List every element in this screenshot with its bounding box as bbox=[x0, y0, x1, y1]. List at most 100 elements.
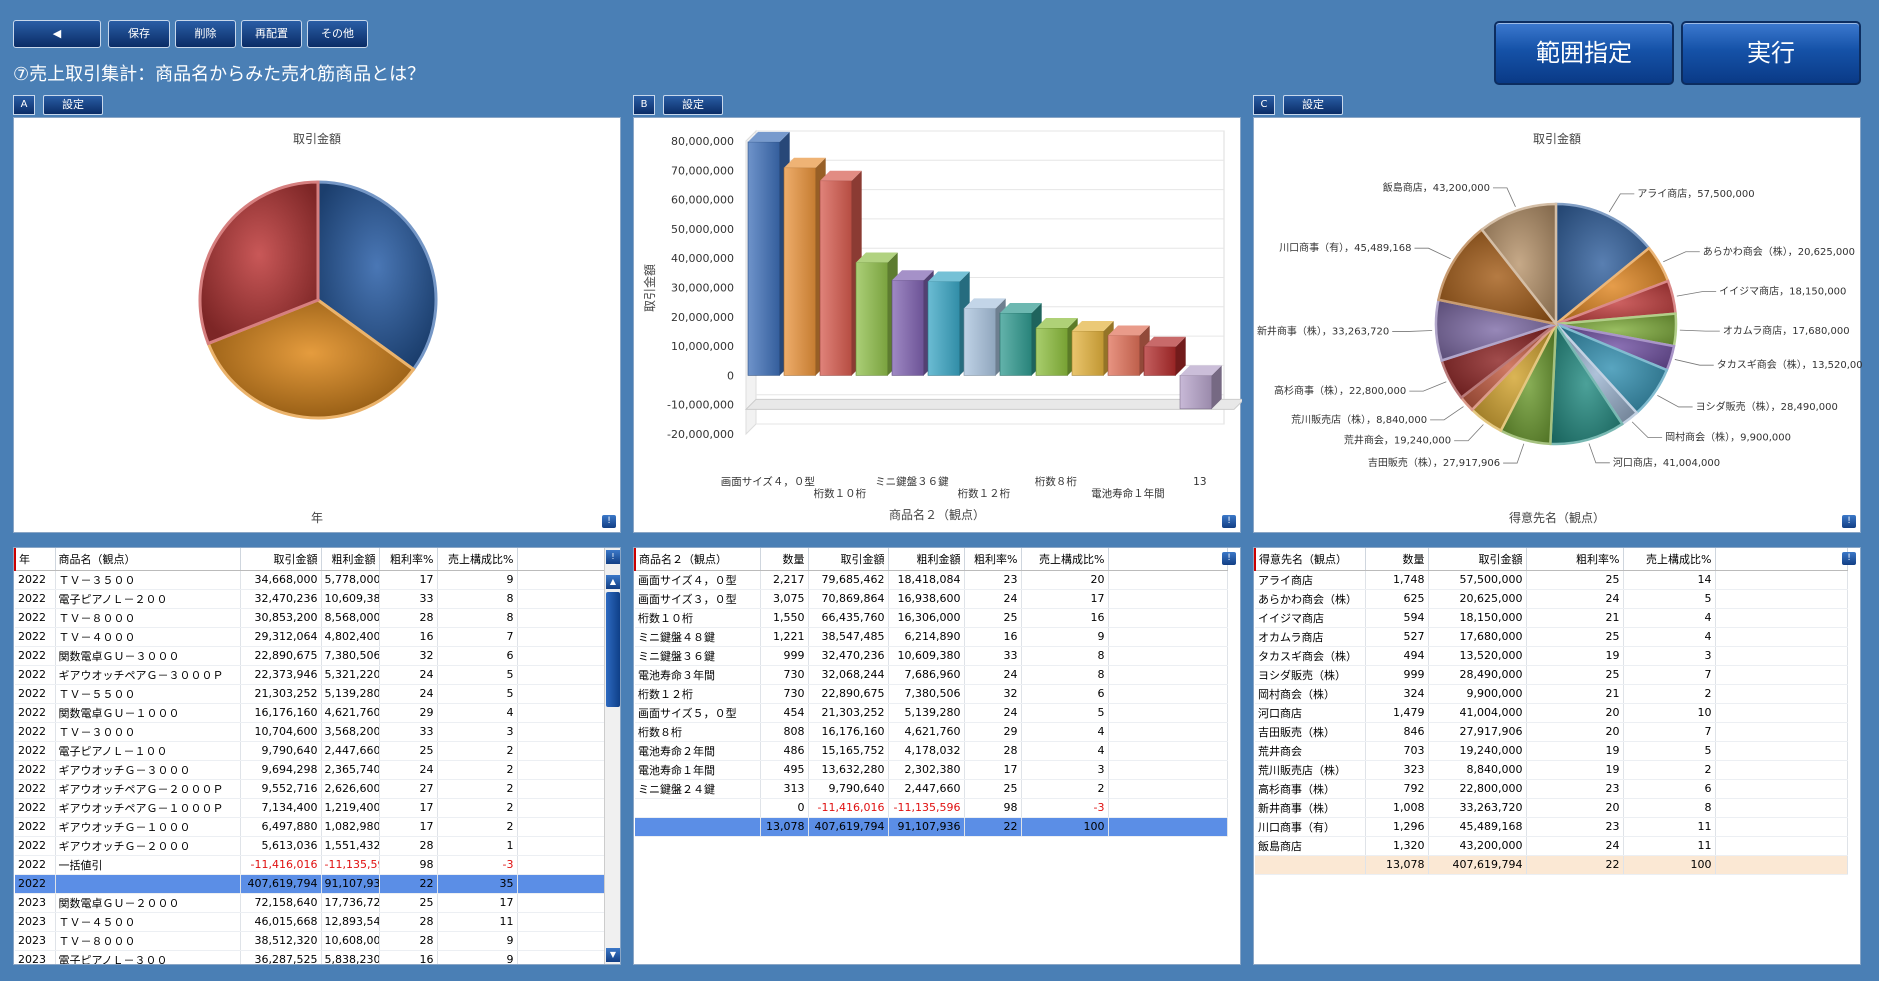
column-header[interactable]: 粗利率% bbox=[964, 548, 1022, 571]
column-header[interactable]: 粗利金額 bbox=[321, 548, 380, 571]
column-header[interactable]: 取引金額 bbox=[1428, 548, 1527, 571]
table-row[interactable]: ミニ鍵盤３６鍵 999 32,470,236 10,609,380 33 8 bbox=[635, 646, 1228, 666]
table-row[interactable]: 新井商事（株） 1,008 33,263,720 20 8 bbox=[1255, 798, 1848, 818]
rearrange-button[interactable]: 再配置 bbox=[241, 20, 302, 48]
panel-b-info-icon[interactable]: ! bbox=[1222, 515, 1236, 528]
scroll-up-icon[interactable]: ▲ bbox=[606, 575, 620, 589]
column-header[interactable]: 売上構成比% bbox=[1623, 548, 1716, 571]
table-row[interactable]: 2022 ＴＶ－３０００ 10,704,600 3,568,200 33 3 bbox=[15, 722, 606, 742]
table-row[interactable]: 吉田販売（株） 846 27,917,906 20 7 bbox=[1255, 722, 1848, 742]
column-header[interactable]: 取引金額 bbox=[808, 548, 889, 571]
column-header[interactable]: 取引金額 bbox=[240, 548, 322, 571]
table-row[interactable]: 2022 電子ピアノＬ－１００ 9,790,640 2,447,660 25 2 bbox=[15, 741, 606, 761]
delete-button[interactable]: 削除 bbox=[175, 20, 236, 48]
table-row[interactable]: 桁数８桁 808 16,176,160 4,621,760 29 4 bbox=[635, 722, 1228, 742]
column-header[interactable]: 数量 bbox=[1365, 548, 1429, 571]
column-header[interactable]: 年 bbox=[14, 548, 56, 571]
table-cell: 関数電卓ＧＵ－１０００ bbox=[55, 703, 241, 723]
range-button[interactable]: 範囲指定 bbox=[1494, 21, 1674, 85]
table-row[interactable]: タカスギ商会（株） 494 13,520,000 19 3 bbox=[1255, 646, 1848, 666]
table-row[interactable]: 2022 ギアウオッチペアＧ－３０００Ｐ 22,373,946 5,321,220 24… bbox=[15, 665, 606, 685]
scroll-thumb[interactable] bbox=[606, 592, 620, 707]
table-row[interactable]: 電池寿命２年間 486 15,165,752 4,178,032 28 4 bbox=[635, 741, 1228, 761]
table-cell: 25 bbox=[1526, 665, 1624, 685]
table-cell: ギアウオッチＧ－１０００ bbox=[55, 817, 241, 837]
panel-a-info-icon[interactable]: ! bbox=[602, 515, 616, 528]
table-cell: 38,512,320 bbox=[240, 931, 322, 951]
table-row[interactable]: 2023関数電卓ＧＵ－２０００72,158,64017,736,7202517 bbox=[15, 893, 606, 913]
table-row[interactable]: 画面サイズ４，０型 2,217 79,685,462 18,418,084 23 20 bbox=[635, 570, 1228, 590]
table-c-info-icon[interactable]: ! bbox=[1842, 552, 1856, 565]
table-row[interactable]: 飯島商店 1,320 43,200,000 24 11 bbox=[1255, 836, 1848, 856]
info-icon[interactable]: ! bbox=[606, 550, 620, 564]
table-row[interactable]: 2022 ＴＶ－８０００ 30,853,200 8,568,000 28 8 bbox=[15, 608, 606, 628]
table-row[interactable]: 桁数１０桁 1,550 66,435,760 16,306,000 25 16 bbox=[635, 608, 1228, 628]
table-cell-filler bbox=[517, 836, 606, 856]
table-row[interactable]: 2022 ギアウオッチＧ－３０００ 9,694,298 2,365,740 24 2 bbox=[15, 760, 606, 780]
table-cell: 32 bbox=[964, 684, 1022, 704]
pie-c-leader-line bbox=[1588, 443, 1610, 464]
column-header[interactable]: 商品名（観点） bbox=[55, 548, 241, 571]
table-row[interactable]: イイジマ商店 594 18,150,000 21 4 bbox=[1255, 608, 1848, 628]
table-row[interactable]: 2022 ギアウオッチペアＧ－２０００Ｐ 9,552,716 2,626,600 27 2 bbox=[15, 779, 606, 799]
scroll-down-icon[interactable]: ▼ bbox=[606, 948, 620, 962]
table-row[interactable]: 2022 ＴＶ－４０００ 29,312,064 4,802,400 16 7 bbox=[15, 627, 606, 647]
table-a-scrollbar[interactable]: ! ▲ ▼ bbox=[604, 548, 620, 964]
column-header[interactable]: 粗利率% bbox=[379, 548, 438, 571]
table-row[interactable]: 2022 ギアウオッチペアＧ－１０００Ｐ 7,134,400 1,219,400 17 2 bbox=[15, 798, 606, 818]
table-row[interactable]: 画面サイズ３，０型 3,075 70,869,864 16,938,600 24 17 bbox=[635, 589, 1228, 609]
table-row[interactable]: ヨシダ販売（株） 999 28,490,000 25 7 bbox=[1255, 665, 1848, 685]
table-row[interactable]: 13,078 407,619,794 91,107,936 22 100 bbox=[635, 817, 1228, 837]
table-row[interactable]: 電池寿命３年間 730 32,068,244 7,686,960 24 8 bbox=[635, 665, 1228, 685]
panel-c-settings-button[interactable]: 設定 bbox=[1283, 95, 1343, 115]
table-cell: 0 bbox=[760, 798, 809, 818]
table-b-info-icon[interactable]: ! bbox=[1222, 552, 1236, 565]
column-header[interactable]: 粗利率% bbox=[1526, 548, 1624, 571]
table-row[interactable]: 岡村商会（株） 324 9,900,000 21 2 bbox=[1255, 684, 1848, 704]
table-row[interactable]: 2022 ＴＶ－５５００ 21,303,252 5,139,280 24 5 bbox=[15, 684, 606, 704]
table-row[interactable]: 2022電子ピアノＬ－２００32,470,23610,609,380338 bbox=[15, 589, 606, 609]
table-row[interactable]: 2022 一括値引 -11,416,016 -11,135,59 98 -3 bbox=[15, 855, 606, 875]
table-row[interactable]: アライ商店 1,748 57,500,000 25 14 bbox=[1255, 570, 1848, 590]
column-header[interactable]: 売上構成比% bbox=[1021, 548, 1109, 571]
execute-button[interactable]: 実行 bbox=[1681, 21, 1861, 85]
column-header[interactable]: 粗利金額 bbox=[888, 548, 965, 571]
table-row[interactable]: 2023ＴＶ－４５００46,015,66812,893,5442811 bbox=[15, 912, 606, 932]
panel-c-info-icon[interactable]: ! bbox=[1842, 515, 1856, 528]
pie-c-leader-line bbox=[1409, 381, 1447, 392]
table-row[interactable]: 2023ＴＶ－８０００38,512,32010,608,000289 bbox=[15, 931, 606, 951]
table-row[interactable]: 荒井商会 703 19,240,000 19 5 bbox=[1255, 741, 1848, 761]
column-header[interactable]: 売上構成比% bbox=[437, 548, 518, 571]
table-row[interactable]: 13,078 407,619,794 22 100 bbox=[1255, 855, 1848, 875]
table-row[interactable]: 2022 ギアウオッチＧ－１０００ 6,497,880 1,082,980 17 2 bbox=[15, 817, 606, 837]
table-row[interactable]: 河口商店 1,479 41,004,000 20 10 bbox=[1255, 703, 1848, 723]
panel-a-settings-button[interactable]: 設定 bbox=[43, 95, 103, 115]
back-button[interactable]: ◀ bbox=[13, 20, 101, 48]
table-row[interactable]: 2022 関数電卓ＧＵ－３０００ 22,890,675 7,380,506 32 6 bbox=[15, 646, 606, 666]
table-row[interactable]: 川口商事（有） 1,296 45,489,168 23 11 bbox=[1255, 817, 1848, 837]
table-row[interactable]: 2023 電子ピアノＬ－３００ 36,287,525 5,838,230 16 9 bbox=[15, 950, 606, 964]
save-button[interactable]: 保存 bbox=[108, 20, 170, 48]
table-row[interactable]: オカムラ商店 527 17,680,000 25 4 bbox=[1255, 627, 1848, 647]
panel-b-settings-button[interactable]: 設定 bbox=[663, 95, 723, 115]
table-row[interactable]: 高杉商事（株） 792 22,800,000 23 6 bbox=[1255, 779, 1848, 799]
column-header[interactable]: 数量 bbox=[760, 548, 809, 571]
table-row[interactable]: ミニ鍵盤４８鍵 1,221 38,547,485 6,214,890 16 9 bbox=[635, 627, 1228, 647]
table-cell: 454 bbox=[760, 703, 809, 723]
table-row[interactable]: 電池寿命１年間 495 13,632,280 2,302,380 17 3 bbox=[635, 760, 1228, 780]
table-row[interactable]: 2022 ギアウオッチＧ－２０００ 5,613,036 1,551,432 28 1 bbox=[15, 836, 606, 856]
column-header[interactable]: 商品名２（観点） bbox=[634, 548, 761, 571]
table-row[interactable]: 2022 407,619,79491,107,9362235 bbox=[15, 874, 606, 894]
table-row[interactable]: 画面サイズ５，０型 454 21,303,252 5,139,280 24 5 bbox=[635, 703, 1228, 723]
table-row[interactable]: あらかわ商会（株） 625 20,625,000 24 5 bbox=[1255, 589, 1848, 609]
column-header[interactable]: 得意先名（観点） bbox=[1254, 548, 1366, 571]
table-cell: 10,609,380 bbox=[321, 589, 380, 609]
table-row[interactable]: 桁数１２桁 730 22,890,675 7,380,506 32 6 bbox=[635, 684, 1228, 704]
table-row[interactable]: 0 -11,416,016 -11,135,596 98 -3 bbox=[635, 798, 1228, 818]
table-row[interactable]: 2022 関数電卓ＧＵ－１０００ 16,176,160 4,621,760 29 4 bbox=[15, 703, 606, 723]
table-row[interactable]: ミニ鍵盤２４鍵 313 9,790,640 2,447,660 25 2 bbox=[635, 779, 1228, 799]
table-row[interactable]: 2022 ＴＶ－３５００ 34,668,000 5,778,000 17 9 bbox=[15, 570, 606, 590]
table-row[interactable]: 荒川販売店（株） 323 8,840,000 19 2 bbox=[1255, 760, 1848, 780]
other-button[interactable]: その他 bbox=[307, 20, 368, 48]
table-cell-filler bbox=[1108, 646, 1228, 666]
